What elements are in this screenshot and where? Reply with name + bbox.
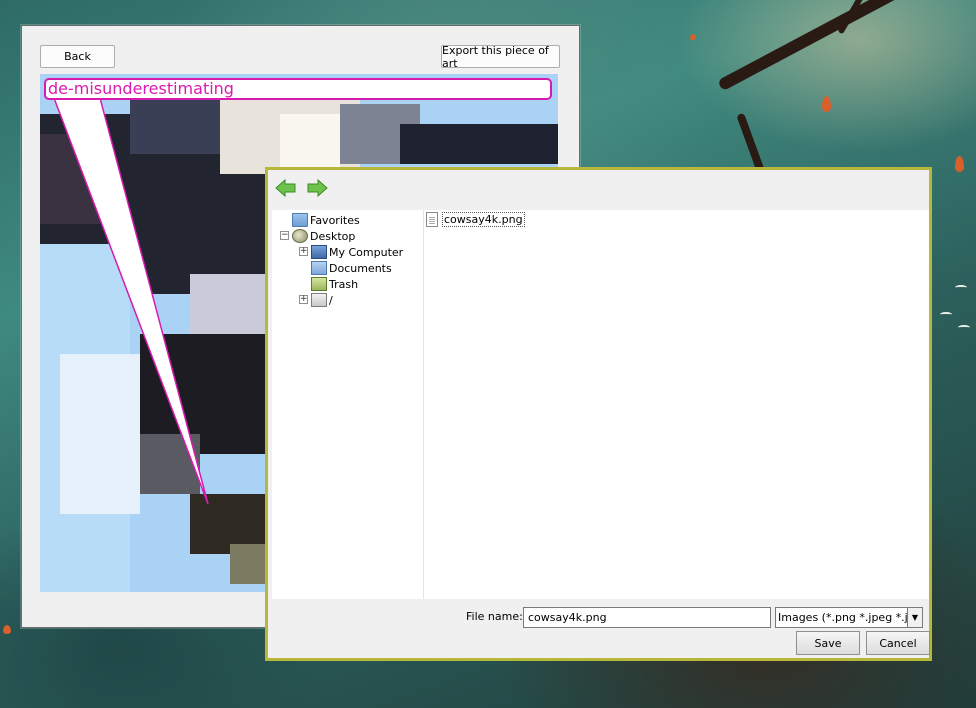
- tree-item-trash[interactable]: Trash: [311, 276, 358, 292]
- drive-icon: [311, 293, 327, 307]
- file-list[interactable]: cowsay4k.png: [423, 210, 929, 599]
- tree-item-label: Desktop: [310, 229, 356, 243]
- tree-item-root[interactable]: /: [311, 292, 333, 308]
- wallpaper-leaf: [690, 34, 696, 40]
- tree-item-my-computer[interactable]: My Computer: [311, 244, 403, 260]
- folder-tree[interactable]: Favorites − Desktop + My Computer Docume…: [272, 210, 423, 599]
- file-icon: [426, 211, 438, 227]
- cancel-button[interactable]: Cancel: [866, 631, 930, 655]
- tree-item-label: Trash: [329, 277, 359, 291]
- desktop-icon: [292, 229, 308, 243]
- tree-item-documents[interactable]: Documents: [311, 260, 392, 276]
- caption-text: de-misunderestimating: [44, 78, 552, 100]
- export-art-button[interactable]: Export this piece of art: [441, 44, 560, 70]
- file-type-value: Images (*.png *.jpeg *.jp: [778, 611, 915, 624]
- file-item[interactable]: cowsay4k.png: [426, 211, 525, 227]
- wallpaper-leaf: [822, 96, 831, 112]
- back-arrow-icon[interactable]: [275, 179, 297, 197]
- expand-toggle[interactable]: +: [299, 247, 308, 256]
- file-name-input[interactable]: cowsay4k.png: [523, 607, 771, 628]
- folder-icon: [292, 213, 308, 227]
- tree-item-desktop[interactable]: Desktop: [292, 228, 355, 244]
- wallpaper-leaf: [3, 625, 11, 634]
- file-name-label: File name:: [466, 610, 523, 623]
- file-item-name: cowsay4k.png: [442, 211, 525, 227]
- file-type-select[interactable]: Images (*.png *.jpeg *.jp ▼: [775, 607, 923, 628]
- tree-item-label: Documents: [329, 261, 392, 275]
- wallpaper-leaf: [955, 156, 964, 172]
- wallpaper-bird: [955, 285, 967, 290]
- back-button[interactable]: Back: [40, 45, 115, 68]
- tree-item-label: My Computer: [329, 245, 404, 259]
- collapse-toggle[interactable]: −: [280, 231, 289, 240]
- documents-folder-icon: [311, 261, 327, 275]
- wallpaper-bird: [940, 312, 952, 317]
- tree-item-favorites[interactable]: Favorites: [292, 212, 360, 228]
- wallpaper-bird: [958, 325, 970, 330]
- tree-item-label: /: [329, 293, 333, 307]
- tree-item-label: Favorites: [310, 213, 360, 227]
- wallpaper-branch: [736, 112, 765, 172]
- trash-icon: [311, 277, 327, 291]
- save-button[interactable]: Save: [796, 631, 860, 655]
- expand-toggle[interactable]: +: [299, 295, 308, 304]
- wallpaper-branch: [717, 0, 918, 92]
- chevron-down-icon[interactable]: ▼: [907, 608, 922, 627]
- forward-arrow-icon[interactable]: [306, 179, 328, 197]
- computer-icon: [311, 245, 327, 259]
- save-file-dialog: Favorites − Desktop + My Computer Docume…: [265, 167, 932, 661]
